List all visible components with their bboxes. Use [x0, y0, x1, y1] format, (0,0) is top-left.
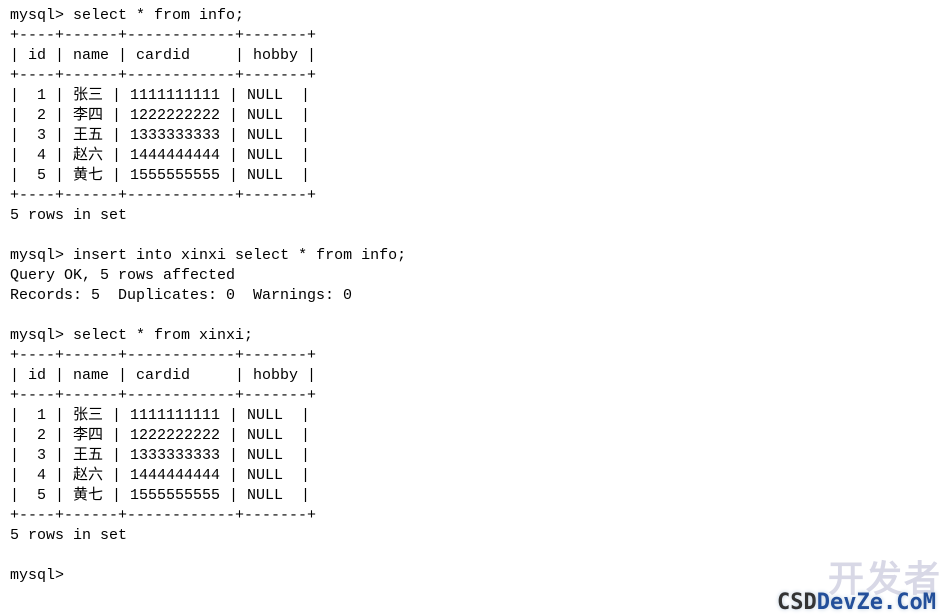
- table-sep: +----+------+------------+-------+: [10, 387, 316, 404]
- sql-query-1: select * from info;: [73, 7, 244, 24]
- table-header: | id | name | cardid | hobby |: [10, 47, 316, 64]
- prompt: mysql>: [10, 567, 64, 584]
- watermark-en: CSDDevZe.CoM: [777, 593, 936, 613]
- table-sep: +----+------+------------+-------+: [10, 27, 316, 44]
- watermark-en-csd: CSD: [777, 590, 817, 615]
- table2-body: | 1 | 张三 | 1111111111 | NULL | | 2 | 李四 …: [10, 407, 310, 504]
- table-header: | id | name | cardid | hobby |: [10, 367, 316, 384]
- insert-result-2: Records: 5 Duplicates: 0 Warnings: 0: [10, 287, 352, 304]
- prompt: mysql>: [10, 327, 64, 344]
- table-sep: +----+------+------------+-------+: [10, 187, 316, 204]
- table-sep: +----+------+------------+-------+: [10, 507, 316, 524]
- prompt: mysql>: [10, 247, 64, 264]
- table-sep: +----+------+------------+-------+: [10, 67, 316, 84]
- rows-footer: 5 rows in set: [10, 207, 127, 224]
- sql-query-2: insert into xinxi select * from info;: [73, 247, 406, 264]
- sql-query-3: select * from xinxi;: [73, 327, 253, 344]
- prompt: mysql>: [10, 7, 64, 24]
- rows-footer: 5 rows in set: [10, 527, 127, 544]
- terminal-output: mysql> select * from info; +----+------+…: [0, 0, 950, 592]
- watermark-en-devze: DevZe.CoM: [817, 590, 936, 615]
- table-sep: +----+------+------------+-------+: [10, 347, 316, 364]
- insert-result-1: Query OK, 5 rows affected: [10, 267, 235, 284]
- table1-body: | 1 | 张三 | 1111111111 | NULL | | 2 | 李四 …: [10, 87, 310, 184]
